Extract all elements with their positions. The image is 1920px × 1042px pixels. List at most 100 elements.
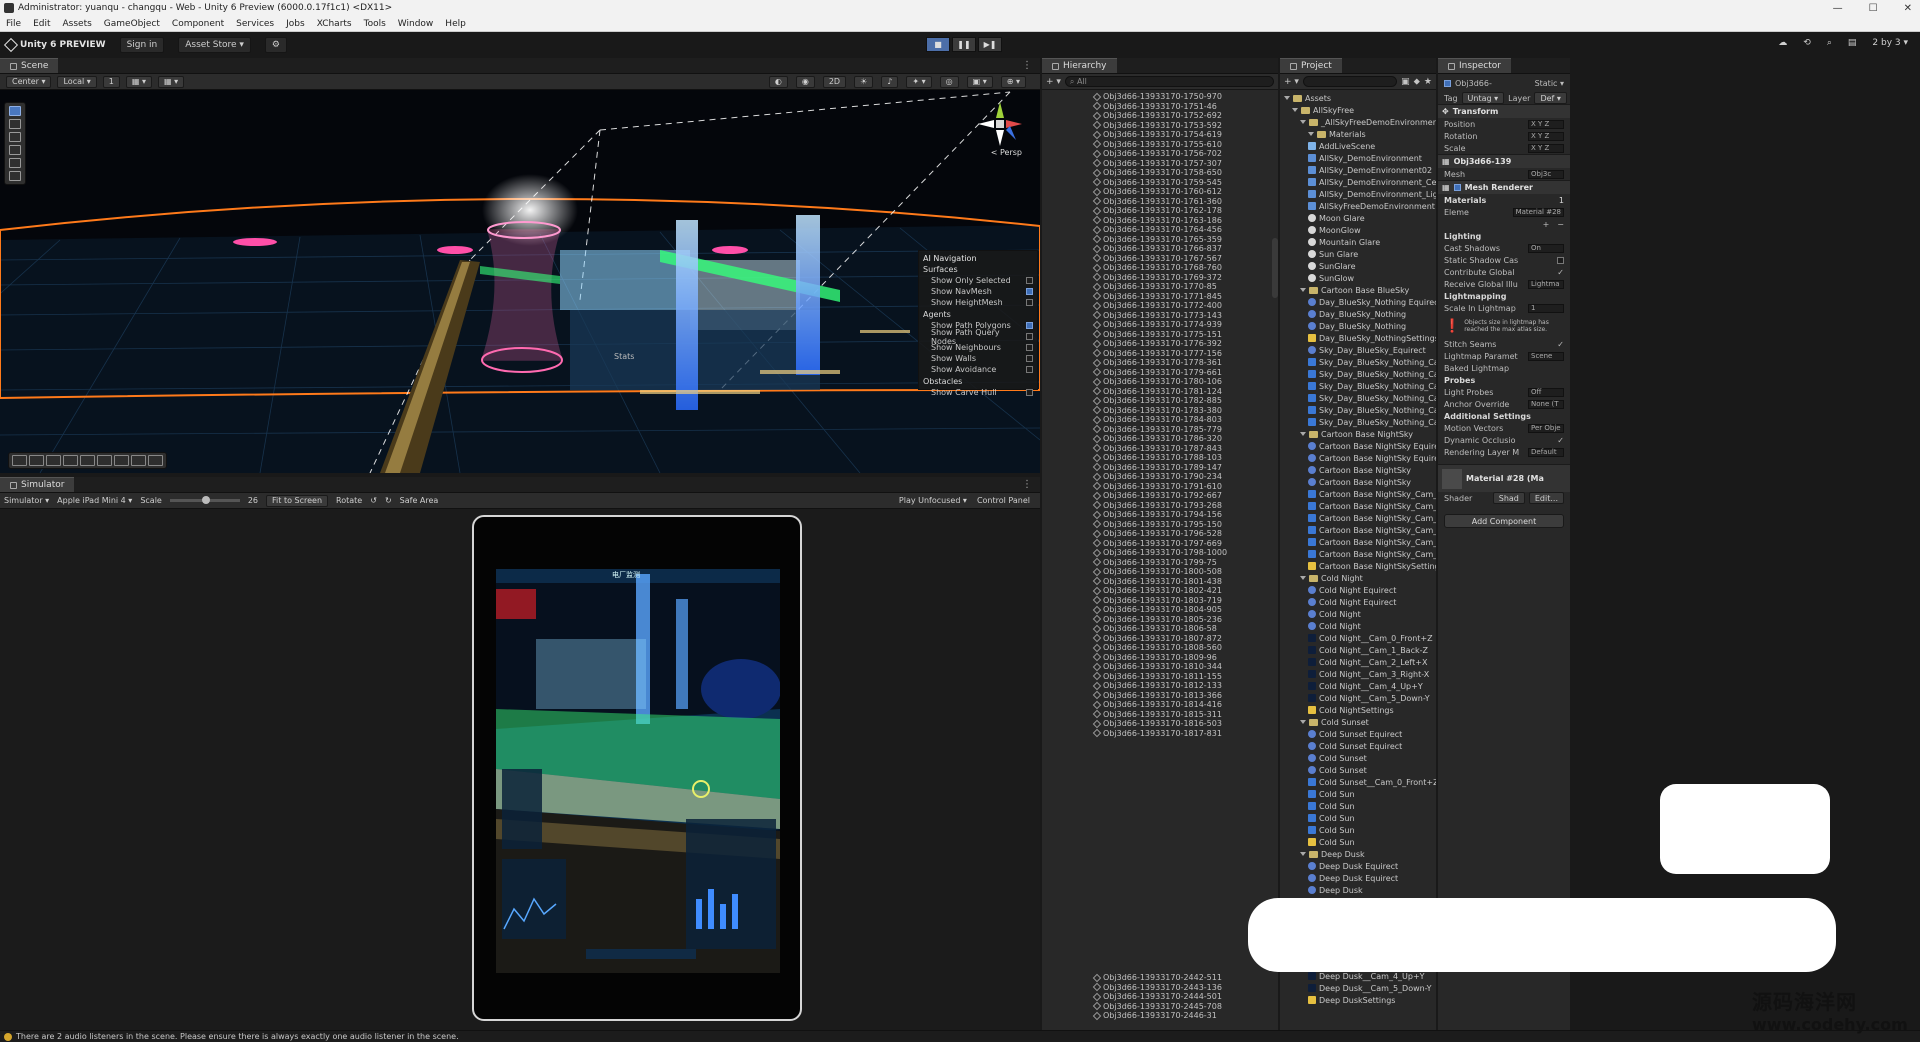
zoom-icon[interactable] xyxy=(97,455,112,466)
scene-viewport[interactable]: < Persp Stats AI Navigation Surfaces Sho… xyxy=(0,90,1040,473)
hierarchy-item[interactable]: Obj3d66-13933170-1798-1000 xyxy=(1042,548,1278,558)
status-message[interactable]: There are 2 audio listeners in the scene… xyxy=(16,1032,459,1041)
project-asset[interactable]: Cold Sunset Equirect xyxy=(1284,740,1436,752)
project-asset[interactable]: Cartoon Base NightSkySetting xyxy=(1284,560,1436,572)
minimize-button[interactable]: — xyxy=(1833,3,1843,14)
play-mode-dropdown[interactable]: Play Unfocused ▾ xyxy=(899,496,967,505)
project-search-input[interactable] xyxy=(1302,76,1398,87)
safe-area-toggle[interactable]: Safe Area xyxy=(400,496,439,505)
cloud-icon[interactable]: ☁ xyxy=(1778,38,1787,48)
project-asset[interactable]: Deep DuskSettings xyxy=(1284,994,1432,1006)
hierarchy-item[interactable]: Obj3d66-13933170-1799-75 xyxy=(1042,558,1278,568)
favorite-icon[interactable]: ★ xyxy=(1424,77,1432,87)
hierarchy-item[interactable]: Obj3d66-13933170-1768-760 xyxy=(1042,263,1278,273)
remove-material-icon[interactable]: − xyxy=(1557,220,1564,229)
filter-type-icon[interactable]: ▣ xyxy=(1401,77,1410,87)
hierarchy-item[interactable]: Obj3d66-13933170-1794-156 xyxy=(1042,510,1278,520)
camera-settings-icon[interactable]: ▣ ▾ xyxy=(966,75,993,88)
lightmap-param-dropdown[interactable]: Scene xyxy=(1528,351,1564,361)
orientation-icon[interactable]: ◐ xyxy=(768,75,788,88)
project-asset[interactable]: Cold Night__Cam_5_Down-Y xyxy=(1284,692,1436,704)
menu-help[interactable]: Help xyxy=(445,19,466,29)
material-header[interactable]: Material #28 (Ma xyxy=(1438,464,1570,492)
hierarchy-item[interactable]: Obj3d66-13933170-1787-843 xyxy=(1042,444,1278,454)
scale-field[interactable]: X Y Z xyxy=(1528,143,1564,153)
hierarchy-item[interactable]: Obj3d66-13933170-1810-344 xyxy=(1042,662,1278,672)
hierarchy-item[interactable]: Obj3d66-13933170-1751-46 xyxy=(1042,102,1278,112)
hierarchy-item[interactable]: Obj3d66-13933170-2443-136 xyxy=(1042,983,1278,993)
project-folder[interactable]: _AllSkyFreeDemoEnvironment xyxy=(1284,116,1436,128)
project-asset[interactable]: Cartoon Base NightSky xyxy=(1284,476,1436,488)
pivot-dropdown[interactable]: Center ▾ xyxy=(6,75,52,88)
hierarchy-item[interactable]: Obj3d66-13933170-1806-58 xyxy=(1042,624,1278,634)
project-asset[interactable]: Sky_Day_BlueSky_Nothing_Ca xyxy=(1284,392,1436,404)
project-folder[interactable]: Deep Dusk xyxy=(1284,848,1436,860)
project-asset[interactable]: Cold Sunset__Cam_0_Front+Z xyxy=(1284,776,1436,788)
hierarchy-item[interactable]: Obj3d66-13933170-1797-669 xyxy=(1042,539,1278,549)
hierarchy-item[interactable]: Obj3d66-13933170-1776-392 xyxy=(1042,339,1278,349)
object-name-field[interactable]: Obj3d66- xyxy=(1455,79,1492,88)
hierarchy-item[interactable]: Obj3d66-13933170-1781-124 xyxy=(1042,387,1278,397)
transform-tool-icon[interactable] xyxy=(9,171,21,181)
hierarchy-item[interactable]: Obj3d66-13933170-1785-779 xyxy=(1042,425,1278,435)
tab-hierarchy[interactable]: Hierarchy xyxy=(1042,58,1117,73)
project-asset[interactable]: Cold Sun xyxy=(1284,836,1436,848)
project-asset[interactable]: Day_BlueSky_Nothing Equirect xyxy=(1284,296,1436,308)
project-asset[interactable]: Deep Dusk Equirect xyxy=(1284,872,1436,884)
object-active-checkbox[interactable] xyxy=(1444,79,1451,87)
project-asset[interactable]: Deep Dusk Equirect xyxy=(1284,860,1436,872)
layout-dropdown[interactable]: 2 by 3 ▾ xyxy=(1872,38,1908,48)
hierarchy-item[interactable]: Obj3d66-13933170-1774-939 xyxy=(1042,320,1278,330)
project-asset[interactable]: Sky_Day_BlueSky_Equirect xyxy=(1284,344,1436,356)
nav-row[interactable]: Show Walls xyxy=(923,353,1033,364)
materials-foldout[interactable]: Materials 1 xyxy=(1438,194,1570,206)
draw-mode-icon[interactable]: ◉ xyxy=(795,75,815,88)
nav-row[interactable]: Show Carve Hull xyxy=(923,387,1033,398)
hierarchy-item[interactable]: Obj3d66-13933170-1808-560 xyxy=(1042,643,1278,653)
project-asset[interactable]: Cold NightSettings xyxy=(1284,704,1436,716)
project-asset[interactable]: Cold Night__Cam_4_Up+Y xyxy=(1284,680,1436,692)
hierarchy-item[interactable]: Obj3d66-13933170-1795-150 xyxy=(1042,520,1278,530)
project-asset[interactable]: Cold Sun xyxy=(1284,812,1436,824)
project-asset[interactable]: Deep Dusk xyxy=(1284,884,1436,896)
foldout-arrow-icon[interactable] xyxy=(1300,120,1306,124)
grid-snap-icon[interactable]: ▦ ▾ xyxy=(125,75,152,88)
foldout-arrow-icon[interactable] xyxy=(1300,852,1306,856)
mesh-field[interactable]: Obj3c xyxy=(1528,169,1564,179)
play-button[interactable]: ■ xyxy=(926,37,950,52)
hierarchy-item[interactable]: Obj3d66-13933170-1767-567 xyxy=(1042,254,1278,264)
hierarchy-item[interactable]: Obj3d66-13933170-1788-103 xyxy=(1042,453,1278,463)
hierarchy-item[interactable]: Obj3d66-13933170-1756-702 xyxy=(1042,149,1278,159)
project-asset[interactable]: Cold Sun xyxy=(1284,788,1436,800)
tab-inspector[interactable]: Inspector xyxy=(1438,58,1511,73)
project-asset[interactable]: Sky_Day_BlueSky_Nothing_Ca xyxy=(1284,368,1436,380)
project-asset[interactable]: SunGlare xyxy=(1284,260,1436,272)
hierarchy-item[interactable]: Obj3d66-13933170-1809-96 xyxy=(1042,653,1278,663)
hierarchy-item[interactable]: Obj3d66-13933170-1816-503 xyxy=(1042,719,1278,729)
motion-vectors-dropdown[interactable]: Per Obje xyxy=(1528,423,1564,433)
hierarchy-item[interactable]: Obj3d66-13933170-1771-845 xyxy=(1042,292,1278,302)
hierarchy-item[interactable]: Obj3d66-13933170-1763-186 xyxy=(1042,216,1278,226)
tag-dropdown[interactable]: Untag ▾ xyxy=(1461,92,1505,104)
checkbox[interactable] xyxy=(1026,355,1033,362)
menu-assets[interactable]: Assets xyxy=(63,19,92,29)
hierarchy-item[interactable]: Obj3d66-13933170-1791-610 xyxy=(1042,482,1278,492)
project-asset[interactable]: Day_BlueSky_Nothing xyxy=(1284,308,1436,320)
hierarchy-item[interactable]: Obj3d66-13933170-1770-85 xyxy=(1042,282,1278,292)
foldout-arrow-icon[interactable] xyxy=(1300,720,1306,724)
project-asset[interactable]: Sky_Day_BlueSky_Nothing_Ca xyxy=(1284,404,1436,416)
hierarchy-item[interactable]: Obj3d66-13933170-2444-501 xyxy=(1042,992,1278,1002)
project-asset[interactable]: Cold Night__Cam_1_Back-Z xyxy=(1284,644,1436,656)
checkbox[interactable] xyxy=(1026,389,1033,396)
foldout-arrow-icon[interactable] xyxy=(1300,288,1306,292)
dynamic-occlusion-checkbox[interactable]: ✓ xyxy=(1557,436,1564,445)
nav-row[interactable]: Show Avoidance xyxy=(923,364,1033,375)
nav-section-agents[interactable]: Agents xyxy=(923,310,1033,319)
persp-label[interactable]: < Persp xyxy=(991,148,1022,157)
device-dropdown[interactable]: Apple iPad Mini 4 ▾ xyxy=(57,496,132,505)
menu-tools[interactable]: Tools xyxy=(364,19,386,29)
menu-window[interactable]: Window xyxy=(398,19,434,29)
scene-menu-icon[interactable]: ⋮ xyxy=(1022,60,1032,71)
hierarchy-item[interactable]: Obj3d66-13933170-1769-372 xyxy=(1042,273,1278,283)
project-folder[interactable]: Cartoon Base BlueSky xyxy=(1284,284,1436,296)
